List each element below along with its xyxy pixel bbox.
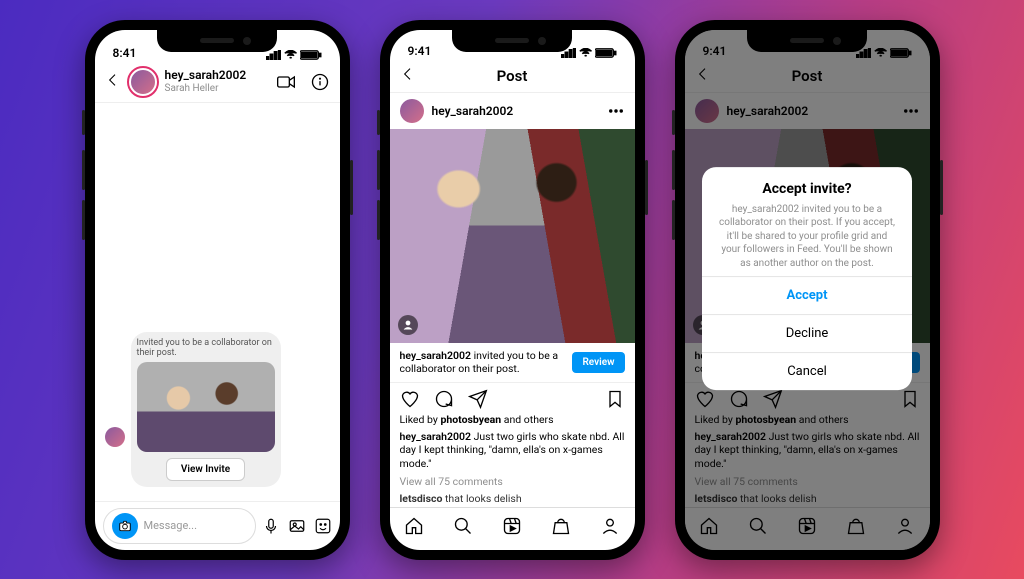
notch [157, 30, 277, 52]
tab-bar [390, 507, 635, 550]
status-icons [561, 48, 617, 58]
home-tab[interactable] [404, 516, 424, 536]
modal-body: hey_sarah2002 invited you to be a collab… [716, 203, 898, 271]
info-icon[interactable] [310, 72, 330, 92]
comment-icon[interactable] [434, 389, 454, 409]
battery-icon [300, 50, 322, 60]
reels-tab[interactable] [502, 516, 522, 536]
shop-tab[interactable] [551, 516, 571, 536]
decline-button[interactable]: Decline [702, 314, 912, 352]
tagged-people-icon[interactable] [398, 315, 418, 335]
notch [747, 30, 867, 52]
phone-dm: 8:41 hey_sarah2002 Sarah Heller Invited … [85, 20, 350, 560]
accept-invite-modal: Accept invite? hey_sarah2002 invited you… [702, 167, 912, 391]
share-icon[interactable] [468, 389, 488, 409]
sticker-icon[interactable] [314, 517, 332, 535]
review-button[interactable]: Review [572, 352, 624, 373]
avatar[interactable] [129, 68, 157, 96]
screen-title: Post [424, 67, 601, 85]
back-button[interactable] [105, 72, 121, 92]
post-actions [390, 383, 635, 411]
likes-line[interactable]: Liked by photosbyean and others [390, 411, 635, 428]
dm-thread: Invited you to be a collaborator on thei… [95, 103, 340, 501]
modal-title: Accept invite? [716, 181, 898, 197]
photo-icon[interactable] [288, 517, 306, 535]
sender-avatar[interactable] [105, 427, 125, 447]
accept-button[interactable]: Accept [702, 276, 912, 314]
avatar[interactable] [400, 99, 424, 123]
save-icon[interactable] [605, 389, 625, 409]
composer-field[interactable]: Message... [103, 508, 256, 544]
user-block[interactable]: hey_sarah2002 Sarah Heller [165, 69, 268, 93]
signal-icon [266, 50, 281, 60]
collab-text: hey_sarah2002 invited you to be a collab… [400, 349, 565, 375]
back-button[interactable] [400, 66, 416, 86]
status-time: 8:41 [113, 46, 137, 60]
message-input[interactable]: Message... [144, 519, 247, 532]
view-comments[interactable]: View all 75 comments [390, 473, 635, 490]
invite-post-thumbnail [137, 362, 275, 452]
wifi-icon [579, 48, 592, 58]
cancel-button[interactable]: Cancel [702, 352, 912, 390]
video-call-icon[interactable] [276, 72, 296, 92]
status-time: 9:41 [408, 44, 432, 58]
more-icon[interactable] [607, 102, 625, 120]
microphone-icon[interactable] [262, 517, 280, 535]
phone-modal: 9:41 Post hey_sarah2002 hey_sarah2002 in… [675, 20, 940, 560]
profile-tab[interactable] [600, 516, 620, 536]
notch [452, 30, 572, 52]
post-author-row: hey_sarah2002 [390, 93, 635, 129]
dm-header: hey_sarah2002 Sarah Heller [95, 62, 340, 103]
dm-username: hey_sarah2002 [165, 69, 268, 82]
dm-display-name: Sarah Heller [165, 83, 268, 94]
wifi-icon [284, 50, 297, 60]
top-comment: letsdisco that looks delish [390, 490, 635, 507]
like-icon[interactable] [400, 389, 420, 409]
message-composer: Message... [95, 501, 340, 550]
collab-banner: hey_sarah2002 invited you to be a collab… [390, 343, 635, 382]
phone-post: 9:41 Post hey_sarah2002 hey_sarah2002 [380, 20, 645, 560]
post-author[interactable]: hey_sarah2002 [432, 104, 599, 118]
post-image[interactable] [390, 129, 635, 344]
invite-text: Invited you to be a collaborator on thei… [137, 338, 275, 358]
search-tab[interactable] [453, 516, 473, 536]
battery-icon [595, 48, 617, 58]
view-invite-button[interactable]: View Invite [166, 458, 245, 481]
camera-button[interactable] [112, 513, 138, 539]
post-nav: Post [390, 60, 635, 93]
collab-invite-message[interactable]: Invited you to be a collaborator on thei… [131, 332, 281, 487]
caption: hey_sarah2002 Just two girls who skate n… [390, 428, 635, 473]
status-icons [266, 50, 322, 60]
